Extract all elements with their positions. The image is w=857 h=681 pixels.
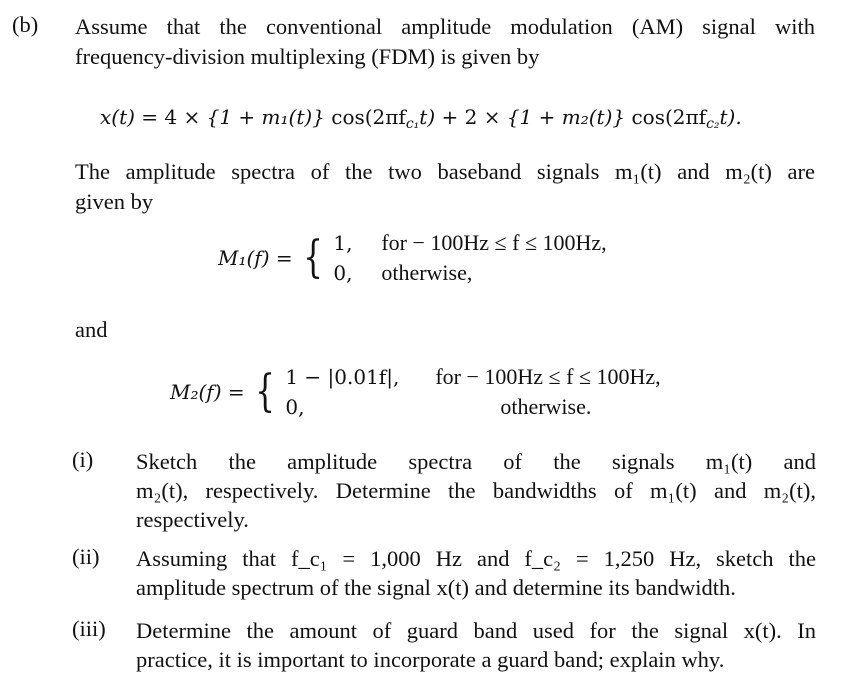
M1-cases: 1, for − 100Hz ≤ f ≤ 100Hz, 0, otherwise, xyxy=(333,228,606,288)
spectra-line-1: The amplitude spectra of the two baseban… xyxy=(75,159,815,184)
M2-case1-cond: for − 100Hz ≤ f ≤ 100Hz, xyxy=(435,364,661,389)
eq-plus: + xyxy=(441,105,459,129)
eq-term1-cos: cos(2πf xyxy=(331,105,406,129)
intro-line-2: frequency-division multiplexing (FDM) is… xyxy=(75,44,540,69)
eq-term2-cos: cos(2πf xyxy=(631,105,707,129)
M2-case2-value: 0, xyxy=(285,395,305,419)
question-ii-label: (ii) xyxy=(72,544,100,569)
eq-term1-sub: c₁ xyxy=(405,116,420,133)
eq-term2-end: t). xyxy=(719,105,742,129)
eq-term2-coef: 2 × xyxy=(464,105,501,129)
equation-M1: M₁(f) = { 1, for − 100Hz ≤ f ≤ 100Hz, 0, o… xyxy=(218,228,607,288)
question-ii-line-2: amplitude spectrum of the signal x(t) an… xyxy=(136,575,736,600)
M2-cases: 1 − |0.01f|, for − 100Hz ≤ f ≤ 100Hz, 0, o… xyxy=(285,362,660,422)
question-iii-line-1: Determine the amount of guard band used … xyxy=(136,618,816,643)
eq-term1-body: {1 + m₁(t)} xyxy=(206,105,325,129)
M2-case2-cond: otherwise. xyxy=(500,394,592,419)
question-i-line-2: m₂(t), respectively. Determine the bandw… xyxy=(136,478,816,503)
part-label: (b) xyxy=(12,12,39,37)
M1-case1-cond: for − 100Hz ≤ f ≤ 100Hz, xyxy=(381,230,607,255)
question-i-line-3: respectively. xyxy=(136,507,249,532)
eq-lhs: x(t) xyxy=(100,105,135,129)
left-brace-icon: { xyxy=(255,366,275,417)
M1-case1-value: 1, xyxy=(333,231,353,255)
eq-term1-end: t) xyxy=(419,105,436,129)
M1-lhs: M₁(f) = xyxy=(218,246,293,270)
question-iii-label: (iii) xyxy=(72,616,106,641)
eq-equals: = xyxy=(141,105,159,129)
and-text: and xyxy=(75,317,108,342)
eq-term1-coef: 4 × xyxy=(164,105,201,129)
equation-x: x(t) = 4 × {1 + m₁(t)} cos(2πfc₁t) + 2 ×… xyxy=(100,105,742,132)
left-brace-icon: { xyxy=(303,232,323,283)
eq-term2-body: {1 + m₂(t)} xyxy=(506,105,626,129)
eq-term2-sub: c₂ xyxy=(706,116,720,133)
M1-case2-value: 0, xyxy=(333,261,353,285)
intro-line-1: Assume that the conventional amplitude m… xyxy=(75,14,815,39)
question-i-label: (i) xyxy=(72,447,94,472)
question-ii-line-1: Assuming that f_c₁ = 1,000 Hz and f_c₂ =… xyxy=(136,546,816,571)
spectra-line-2: given by xyxy=(75,189,154,214)
M2-case1-value: 1 − |0.01f|, xyxy=(285,365,400,389)
M2-lhs: M₂(f) = xyxy=(170,380,245,404)
question-iii-line-2: practice, it is important to incorporate… xyxy=(136,647,725,672)
M1-case2-cond: otherwise, xyxy=(381,260,473,285)
question-i-line-1: Sketch the amplitude spectra of the sign… xyxy=(136,449,816,474)
equation-M2: M₂(f) = { 1 − |0.01f|, for − 100Hz ≤ f ≤ … xyxy=(170,362,661,422)
